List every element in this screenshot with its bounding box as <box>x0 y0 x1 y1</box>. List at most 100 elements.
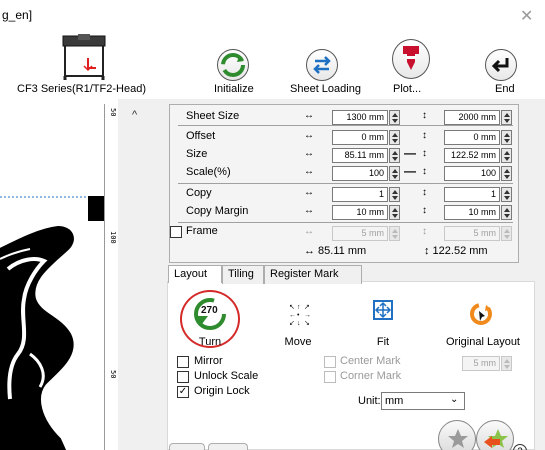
initialize-button[interactable]: Initialize <box>214 83 254 95</box>
vertical-ruler: 50 100 50 <box>104 104 118 450</box>
height-arrow-icon: ↕ <box>422 130 427 141</box>
total-height-readout: ↕ 122.52 mm <box>424 245 488 257</box>
center-mark-checkbox[interactable] <box>324 356 336 368</box>
copy-y-spinner[interactable] <box>501 187 512 202</box>
copy-margin-y-input[interactable]: 10 mm <box>444 205 500 220</box>
close-icon[interactable]: ✕ <box>520 6 533 26</box>
unit-select[interactable]: mm ⌄ <box>381 392 465 410</box>
sheet-size-height-input[interactable]: 2000 mm <box>444 110 500 125</box>
mark-size-spinner[interactable] <box>501 356 512 371</box>
center-mark-label: Center Mark <box>340 355 401 367</box>
fit-icon[interactable] <box>372 299 394 321</box>
canvas-scrollbar[interactable]: ^ <box>118 99 160 450</box>
size-width-input[interactable]: 85.11 mm <box>332 148 388 163</box>
initialize-icon[interactable] <box>217 49 249 81</box>
mirror-checkbox[interactable] <box>177 356 189 368</box>
tab-tiling[interactable]: Tiling <box>222 265 264 284</box>
width-arrow-icon: ↔ <box>304 148 314 159</box>
link-icon[interactable]: — <box>404 146 416 160</box>
offset-y-input[interactable]: 0 mm <box>444 130 500 145</box>
ruler-label-top: 50 <box>109 108 117 117</box>
end-button[interactable]: End <box>495 83 515 95</box>
sheet-loading-button[interactable]: Sheet Loading <box>290 83 361 95</box>
sheet-size-width-input[interactable]: 1300 mm <box>332 110 388 125</box>
frame-checkbox[interactable] <box>170 226 182 238</box>
copy-margin-x-spinner[interactable] <box>389 205 400 220</box>
favorite-gray-icon[interactable] <box>438 420 476 450</box>
bottom-tab-stub[interactable] <box>208 443 248 450</box>
tab-layout[interactable]: Layout <box>168 265 222 283</box>
corner-mark-label: Corner Mark <box>340 370 402 382</box>
mark-size-input[interactable]: 5 mm <box>462 356 500 371</box>
frame-x-spinner[interactable] <box>389 226 400 241</box>
offset-x-input[interactable]: 0 mm <box>332 130 388 145</box>
chevron-down-icon: ⌄ <box>450 394 459 405</box>
copy-margin-y-spinner[interactable] <box>501 205 512 220</box>
original-layout-icon[interactable] <box>468 301 494 327</box>
offset-y-spinner[interactable] <box>501 130 512 145</box>
turn-label[interactable]: Turn <box>170 336 250 348</box>
height-arrow-icon: ↕ <box>422 226 427 237</box>
width-arrow-icon: ↔ <box>304 166 314 177</box>
unlock-scale-label: Unlock Scale <box>194 370 259 382</box>
move-arrows-icon[interactable]: ↖ ↑ ↗ ← • → ↙ ↓ ↘ <box>288 302 312 327</box>
original-layout-label[interactable]: Original Layout <box>438 336 528 348</box>
ruler-label-low: 50 <box>109 370 117 379</box>
width-arrow-icon: ↔ <box>304 110 314 121</box>
separator <box>178 222 513 223</box>
turn-angle-value: 270 <box>201 305 218 316</box>
sheet-size-width-spinner[interactable] <box>389 110 400 125</box>
frame-x-input[interactable]: 5 mm <box>332 226 388 241</box>
plot-icon[interactable] <box>392 39 430 79</box>
move-label[interactable]: Move <box>258 336 338 348</box>
cutter-device-icon[interactable] <box>62 34 106 80</box>
copy-y-input[interactable]: 1 <box>444 187 500 202</box>
frame-y-spinner[interactable] <box>501 226 512 241</box>
sheet-loading-icon[interactable] <box>306 49 338 81</box>
origin-lock-checkbox[interactable]: ✓ <box>177 386 189 398</box>
svg-text:↘: ↘ <box>304 320 310 326</box>
size-height-input[interactable]: 122.52 mm <box>444 148 500 163</box>
artwork-preview <box>0 196 104 450</box>
plot-button[interactable]: Plot... <box>393 83 421 95</box>
svg-text:←: ← <box>289 312 296 319</box>
copy-margin-label: Copy Margin <box>186 205 249 217</box>
tab-register-mark[interactable]: Register Mark <box>264 265 362 284</box>
favorite-add-icon[interactable] <box>476 420 514 450</box>
height-arrow-icon: ↕ <box>422 148 427 159</box>
size-width-spinner[interactable] <box>389 148 400 163</box>
sheet-size-height-spinner[interactable] <box>501 110 512 125</box>
origin-lock-label: Origin Lock <box>194 385 250 397</box>
size-height-spinner[interactable] <box>501 148 512 163</box>
svg-text:↖: ↖ <box>289 304 295 311</box>
link-icon[interactable]: — <box>404 164 416 178</box>
bottom-tab-stub[interactable] <box>169 443 205 450</box>
scale-y-input[interactable]: 100 <box>444 166 500 181</box>
corner-mark-checkbox[interactable] <box>324 371 336 383</box>
scale-x-input[interactable]: 100 <box>332 166 388 181</box>
svg-text:↗: ↗ <box>304 304 310 311</box>
offset-x-spinner[interactable] <box>389 130 400 145</box>
offset-label: Offset <box>186 130 216 142</box>
width-arrow-icon: ↔ <box>304 130 314 141</box>
scroll-up-icon[interactable]: ^ <box>132 109 137 121</box>
end-icon[interactable] <box>485 49 517 81</box>
sheet-size-label: Sheet Size <box>186 110 240 122</box>
separator <box>178 183 513 184</box>
copy-x-input[interactable]: 1 <box>332 187 388 202</box>
frame-y-input[interactable]: 5 mm <box>444 226 500 241</box>
frame-label: Frame <box>186 225 218 237</box>
fit-label[interactable]: Fit <box>343 336 423 348</box>
copy-label: Copy <box>186 187 212 199</box>
unit-select-value: mm <box>385 395 404 407</box>
unlock-scale-checkbox[interactable] <box>177 371 189 383</box>
width-arrow-icon: ↔ <box>304 226 314 237</box>
copy-x-spinner[interactable] <box>389 187 400 202</box>
device-label[interactable]: CF3 Series(R1/TF2-Head) <box>17 83 146 95</box>
copy-margin-x-input[interactable]: 10 mm <box>332 205 388 220</box>
title-bar: g_en] ✕ <box>0 0 545 31</box>
scale-x-spinner[interactable] <box>389 166 400 181</box>
ruler-label-mid: 100 <box>109 231 117 244</box>
toolbar: CF3 Series(R1/TF2-Head) Initialize Sheet… <box>0 31 545 98</box>
scale-y-spinner[interactable] <box>501 166 512 181</box>
